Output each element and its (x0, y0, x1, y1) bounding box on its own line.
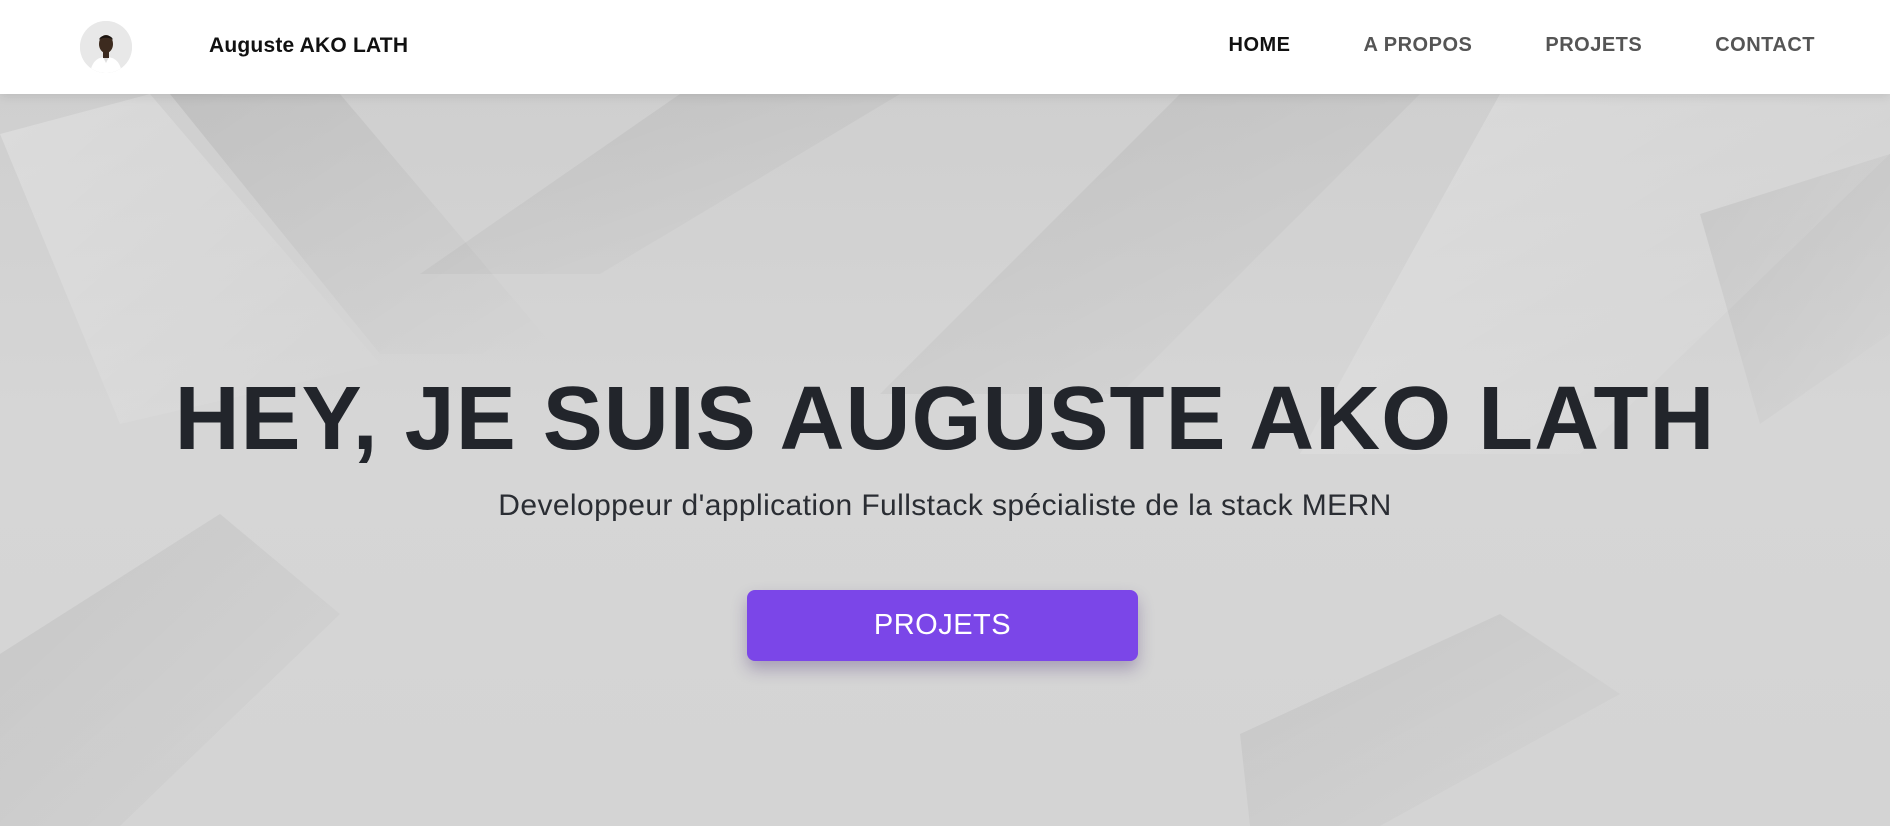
projects-cta-button[interactable]: PROJETS (747, 590, 1138, 661)
top-navbar: Auguste AKO LATH HOME A PROPOS PROJETS C… (0, 0, 1890, 94)
avatar[interactable] (80, 21, 132, 73)
main-nav: HOME A PROPOS PROJETS CONTACT (1229, 34, 1815, 57)
nav-home-link[interactable]: HOME (1229, 34, 1291, 57)
nav-a-propos-link[interactable]: A PROPOS (1364, 34, 1473, 57)
profile-photo-icon (80, 21, 132, 73)
hero-subtitle: Developpeur d'application Fullstack spéc… (498, 489, 1392, 522)
hero-section: HEY, JE SUIS AUGUSTE AKO LATH Developpeu… (0, 94, 1890, 826)
nav-contact-link[interactable]: CONTACT (1715, 34, 1815, 57)
nav-projets-link[interactable]: PROJETS (1545, 34, 1642, 57)
brand-name[interactable]: Auguste AKO LATH (209, 34, 408, 58)
hero-title: HEY, JE SUIS AUGUSTE AKO LATH (174, 369, 1716, 469)
